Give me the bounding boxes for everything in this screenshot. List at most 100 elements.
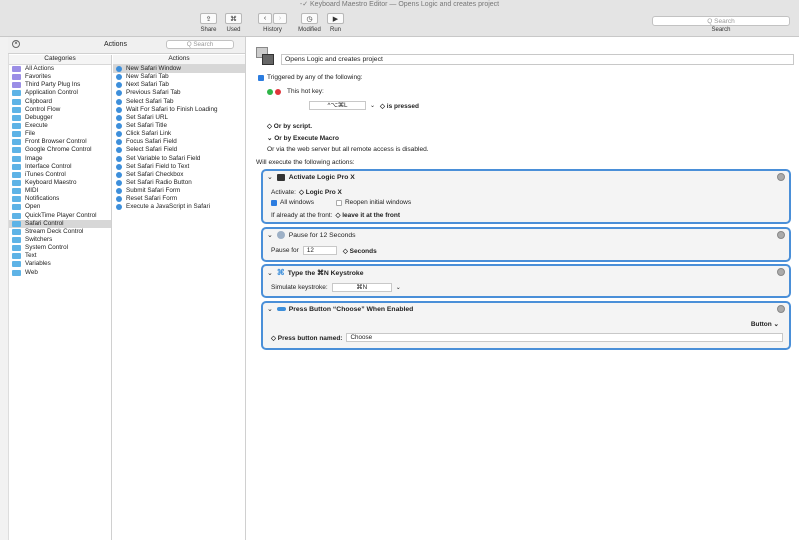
disclosure-icon[interactable]: ⌄ [267, 305, 273, 313]
category-item[interactable]: Third Party Plug Ins [9, 81, 111, 89]
category-item[interactable]: Text [9, 252, 111, 260]
folder-icon [12, 131, 21, 138]
action-item[interactable]: New Safari Window [113, 65, 245, 74]
back-button[interactable]: ‹ [258, 13, 272, 24]
panel-search-input[interactable]: Q Search [166, 40, 234, 49]
gear-icon[interactable] [777, 305, 785, 313]
category-item[interactable]: Front Browser Control [9, 138, 111, 146]
all-windows-label: All windows [280, 199, 314, 206]
press-button-name-field[interactable]: Choose [346, 333, 783, 342]
remove-trigger-icon[interactable] [275, 88, 281, 95]
folder-icon [12, 269, 21, 276]
category-item[interactable]: Interface Control [9, 163, 111, 171]
pause-value-field[interactable]: 12 [302, 246, 337, 255]
disclosure-icon[interactable]: ⌄ [267, 173, 273, 181]
close-icon[interactable]: × [12, 40, 20, 48]
web-server-text: Or via the web server but all remote acc… [267, 146, 429, 153]
hotkey-field[interactable]: ^⌥⌘L [309, 101, 366, 110]
category-item[interactable]: Keyboard Maestro [9, 179, 111, 187]
category-item[interactable]: File [9, 130, 111, 138]
category-item[interactable]: MIDI [9, 187, 111, 195]
disclosure-icon[interactable]: ⌄ [267, 231, 273, 239]
action-type-keystroke[interactable]: ⌄ ⌘ Type the ⌘N Keystroke Simulate keyst… [261, 264, 791, 298]
category-item[interactable]: iTunes Control [9, 171, 111, 179]
category-item[interactable]: Switchers [9, 236, 111, 244]
macro-name-field[interactable]: Opens Logic and creates project [281, 54, 794, 65]
gear-icon[interactable] [777, 268, 785, 276]
action-item[interactable]: Set Safari Checkbox [113, 171, 245, 179]
category-item[interactable]: Favorites [9, 73, 111, 81]
reopen-checkbox[interactable] [335, 199, 342, 206]
if-front-select[interactable]: ◇ leave it at the front [335, 211, 400, 219]
action-item[interactable]: Submit Safari Form [113, 187, 245, 195]
category-label: Google Chrome Control [25, 146, 92, 154]
simulate-row: Simulate keystroke: ⌘N ⌄ [271, 283, 401, 292]
button-type-select[interactable]: Button ⌄ [751, 320, 779, 328]
search-input[interactable]: Q Search [652, 16, 790, 26]
category-item[interactable]: System Control [9, 244, 111, 252]
triggered-checkbox[interactable] [258, 74, 264, 81]
unit-select[interactable]: ◇ Seconds [343, 247, 377, 255]
folder-icon [12, 114, 21, 121]
action-item[interactable]: Set Safari Radio Button [113, 179, 245, 187]
action-item[interactable]: Click Safari Link [113, 130, 245, 138]
safari-icon [116, 98, 122, 105]
category-item[interactable]: QuickTime Player Control [9, 212, 111, 220]
action-press-button[interactable]: ⌄ Press Button “Choose” When Enabled But… [261, 301, 791, 350]
forward-button[interactable]: › [273, 13, 287, 24]
category-item[interactable]: Open [9, 203, 111, 211]
share-icon: ⇪ [205, 15, 212, 23]
disclosure-icon[interactable]: ⌄ [267, 269, 273, 277]
run-button[interactable]: ▶ [327, 13, 344, 24]
action-item[interactable]: Focus Safari Field [113, 138, 245, 146]
action-item[interactable]: Reset Safari Form [113, 195, 245, 203]
category-item[interactable]: Debugger [9, 114, 111, 122]
action-activate-logic[interactable]: ⌄ Activate Logic Pro X Activate: ◇ Logic… [261, 169, 791, 224]
activate-app-select[interactable]: ◇ Logic Pro X [299, 188, 342, 196]
category-item[interactable]: All Actions [9, 65, 111, 73]
action-label: Previous Safari Tab [126, 89, 181, 97]
action-item[interactable]: Set Variable to Safari Field [113, 155, 245, 163]
or-script-row[interactable]: ◇ Or by script. [267, 122, 312, 130]
action-label: Reset Safari Form [126, 195, 178, 203]
action-title-row: ⌄ Press Button “Choose” When Enabled [267, 305, 413, 314]
or-execute-row[interactable]: ⌄ Or by Execute Macro [267, 134, 339, 142]
category-item[interactable]: Control Flow [9, 106, 111, 114]
category-item[interactable]: Execute [9, 122, 111, 130]
safari-icon [116, 155, 122, 162]
modified-button[interactable]: ◷ [301, 13, 318, 24]
action-item[interactable]: Set Safari URL [113, 114, 245, 122]
add-trigger-icon[interactable] [267, 88, 273, 95]
category-label: Execute [25, 121, 48, 129]
action-item[interactable]: Execute a JavaScript in Safari [113, 203, 245, 211]
keystroke-field[interactable]: ⌘N [331, 283, 392, 292]
category-item[interactable]: Google Chrome Control [9, 146, 111, 154]
action-item[interactable]: Previous Safari Tab [113, 89, 245, 97]
category-item[interactable]: Application Control [9, 89, 111, 97]
category-item[interactable]: Variables [9, 260, 111, 268]
action-item[interactable]: Next Safari Tab [113, 81, 245, 89]
action-item[interactable]: Wait For Safari to Finish Loading [113, 106, 245, 114]
action-pause[interactable]: ⌄ Pause for 12 Seconds Pause for 12 ◇ Se… [261, 227, 791, 262]
press-label[interactable]: ◇ Press button named: [271, 334, 342, 342]
all-windows-checkbox[interactable] [271, 199, 277, 206]
action-item[interactable]: Set Safari Field to Text [113, 163, 245, 171]
category-item[interactable]: Notifications [9, 195, 111, 203]
share-button[interactable]: ⇪ [200, 13, 217, 24]
gear-icon[interactable] [777, 173, 785, 181]
action-item[interactable]: New Safari Tab [113, 73, 245, 81]
category-item[interactable]: Stream Deck Control [9, 228, 111, 236]
chevron-down-icon[interactable]: ⌄ [396, 284, 401, 291]
category-item[interactable]: Safari Control [9, 219, 111, 228]
is-pressed-select[interactable]: ◇ is pressed [380, 102, 419, 110]
action-item[interactable]: Set Safari Title [113, 122, 245, 130]
gear-icon[interactable] [777, 231, 785, 239]
category-item[interactable]: Web [9, 269, 111, 277]
action-item[interactable]: Select Safari Field [113, 146, 245, 154]
used-button[interactable]: ⌘ [225, 13, 242, 24]
chevron-down-icon[interactable]: ⌄ [370, 102, 375, 109]
folder-icon [12, 196, 21, 203]
category-item[interactable]: Image [9, 155, 111, 163]
category-item[interactable]: Clipboard [9, 98, 111, 106]
action-item[interactable]: Select Safari Tab [113, 98, 245, 106]
